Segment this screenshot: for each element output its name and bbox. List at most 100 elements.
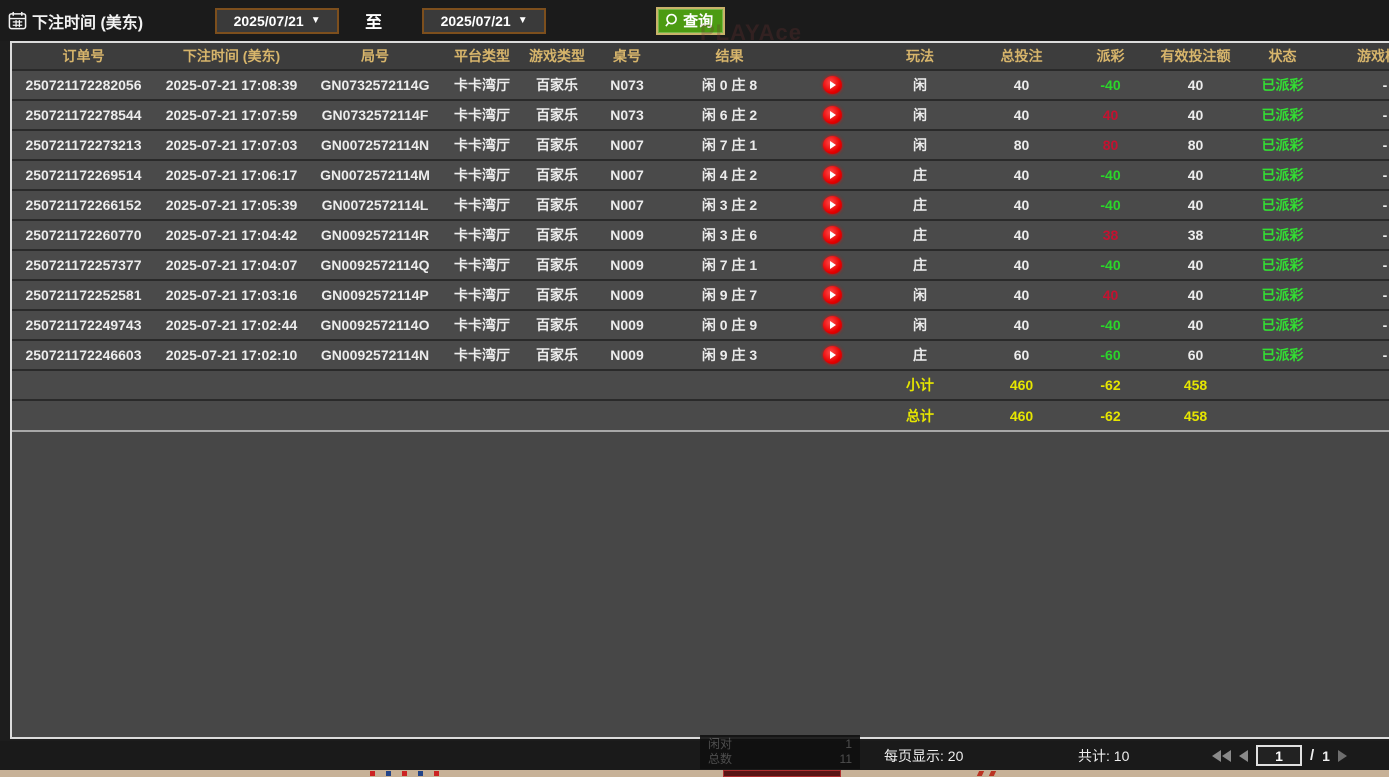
play-icon: [830, 171, 836, 179]
cell-game: 百家乐: [522, 280, 592, 310]
bet-time-filter-text: 下注时间 (美东): [32, 9, 143, 33]
cell-payout: -40: [1070, 190, 1151, 220]
cell-play_type: 闲: [867, 100, 973, 130]
page-separator: /: [1310, 747, 1314, 764]
background-window-sliver: [0, 770, 1389, 777]
play-video-button[interactable]: [823, 76, 842, 94]
cell-platform: 卡卡湾厅: [442, 250, 522, 280]
cell-play_type: 闲: [867, 70, 973, 100]
page-number-input[interactable]: [1256, 745, 1302, 766]
cell-play: [797, 190, 867, 220]
play-video-button[interactable]: [823, 286, 842, 304]
column-header-4: 游戏类型: [522, 43, 592, 70]
next-page-button[interactable]: [1338, 750, 1347, 762]
table-row: 2507211722573772025-07-21 17:04:07GN0092…: [12, 250, 1389, 280]
query-button-label: 查询: [683, 10, 713, 31]
cell-bet: 60: [973, 340, 1070, 370]
play-video-button[interactable]: [823, 256, 842, 274]
toolbar: 下注时间 (美东) 2025/07/21 ▼ 至 2025/07/21 ▼ 查询…: [0, 0, 1389, 41]
column-header-13: 游戏模式: [1325, 43, 1389, 70]
play-video-button[interactable]: [823, 226, 842, 244]
bet-records-panel: 订单号下注时间 (美东)局号平台类型游戏类型桌号结果玩法总投注派彩有效投注额状态…: [10, 41, 1389, 739]
chevron-down-icon: ▼: [518, 15, 528, 26]
cell-table_no: N007: [592, 130, 662, 160]
cell-order: 250721172269514: [12, 160, 155, 190]
cell-platform: 卡卡湾厅: [442, 280, 522, 310]
cell-order: 250721172260770: [12, 220, 155, 250]
cell-order: 250721172252581: [12, 280, 155, 310]
play-video-button[interactable]: [823, 196, 842, 214]
play-icon: [830, 141, 836, 149]
column-header-12: 状态: [1240, 43, 1325, 70]
cell-order: 250721172273213: [12, 130, 155, 160]
cell-round: GN0092572114O: [308, 310, 442, 340]
play-video-button[interactable]: [823, 346, 842, 364]
cell-valid: 40: [1151, 100, 1240, 130]
cell-time: 2025-07-21 17:04:42: [155, 220, 308, 250]
cell-game: 百家乐: [522, 220, 592, 250]
cell-table_no: N009: [592, 280, 662, 310]
first-page-button[interactable]: [1212, 750, 1231, 762]
cell-time: 2025-07-21 17:07:03: [155, 130, 308, 160]
table-empty-area: [12, 430, 1389, 737]
date-from-value: 2025/07/21: [234, 13, 304, 29]
cell-platform: 卡卡湾厅: [442, 130, 522, 160]
cell-game: 百家乐: [522, 100, 592, 130]
query-button[interactable]: 查询: [656, 7, 725, 35]
cell-result: 闲 9 庄 7: [662, 280, 797, 310]
column-header-5: 桌号: [592, 43, 662, 70]
bet-time-filter-label: 下注时间 (美东): [8, 9, 143, 33]
cell-game: 百家乐: [522, 310, 592, 340]
table-row: 2507211722607702025-07-21 17:04:42GN0092…: [12, 220, 1389, 250]
cell-status: 已派彩: [1240, 190, 1325, 220]
cell-status: 已派彩: [1240, 340, 1325, 370]
cell-table_no: N073: [592, 100, 662, 130]
cell-valid: 60: [1151, 340, 1240, 370]
cell-table_no: N007: [592, 160, 662, 190]
speck: [386, 771, 391, 776]
column-header-8: 玩法: [867, 43, 973, 70]
subtotal-payout: -62: [1070, 370, 1151, 400]
cell-bet: 80: [973, 130, 1070, 160]
cell-bet: 40: [973, 190, 1070, 220]
table-header-row: 订单号下注时间 (美东)局号平台类型游戏类型桌号结果玩法总投注派彩有效投注额状态…: [12, 43, 1389, 70]
page-size-label: 每页显示: 20: [884, 746, 963, 766]
double-left-arrow-icon: [1212, 750, 1221, 762]
cell-table_no: N009: [592, 220, 662, 250]
cell-valid: 40: [1151, 310, 1240, 340]
play-video-button[interactable]: [823, 106, 842, 124]
cell-mode: -: [1325, 70, 1389, 100]
play-video-button[interactable]: [823, 136, 842, 154]
cell-game: 百家乐: [522, 190, 592, 220]
cell-round: GN0072572114M: [308, 160, 442, 190]
cell-payout: -40: [1070, 250, 1151, 280]
cell-table_no: N007: [592, 190, 662, 220]
play-icon: [830, 111, 836, 119]
cell-status: 已派彩: [1240, 280, 1325, 310]
cell-order: 250721172278544: [12, 100, 155, 130]
cell-play_type: 闲: [867, 130, 973, 160]
play-video-button[interactable]: [823, 166, 842, 184]
date-to-select[interactable]: 2025/07/21 ▼: [422, 8, 546, 34]
cell-valid: 40: [1151, 190, 1240, 220]
cell-bet: 40: [973, 280, 1070, 310]
cell-round: GN0092572114R: [308, 220, 442, 250]
table-row: 2507211722732132025-07-21 17:07:03GN0072…: [12, 130, 1389, 160]
cell-bet: 40: [973, 250, 1070, 280]
play-video-button[interactable]: [823, 316, 842, 334]
prev-page-button[interactable]: [1239, 750, 1248, 762]
cell-status: 已派彩: [1240, 220, 1325, 250]
cell-payout: 40: [1070, 280, 1151, 310]
date-from-select[interactable]: 2025/07/21 ▼: [215, 8, 339, 34]
cell-result: 闲 0 庄 9: [662, 310, 797, 340]
cell-status: 已派彩: [1240, 310, 1325, 340]
pager: / 1: [1212, 745, 1347, 766]
total-payout: -62: [1070, 400, 1151, 430]
grand-total-row: 总计 460 -62 458: [12, 400, 1389, 430]
cell-order: 250721172249743: [12, 310, 155, 340]
cell-bet: 40: [973, 70, 1070, 100]
cell-result: 闲 6 庄 2: [662, 100, 797, 130]
cell-status: 已派彩: [1240, 160, 1325, 190]
cell-bet: 40: [973, 160, 1070, 190]
record-count-label: 共计: 10: [1078, 746, 1129, 766]
